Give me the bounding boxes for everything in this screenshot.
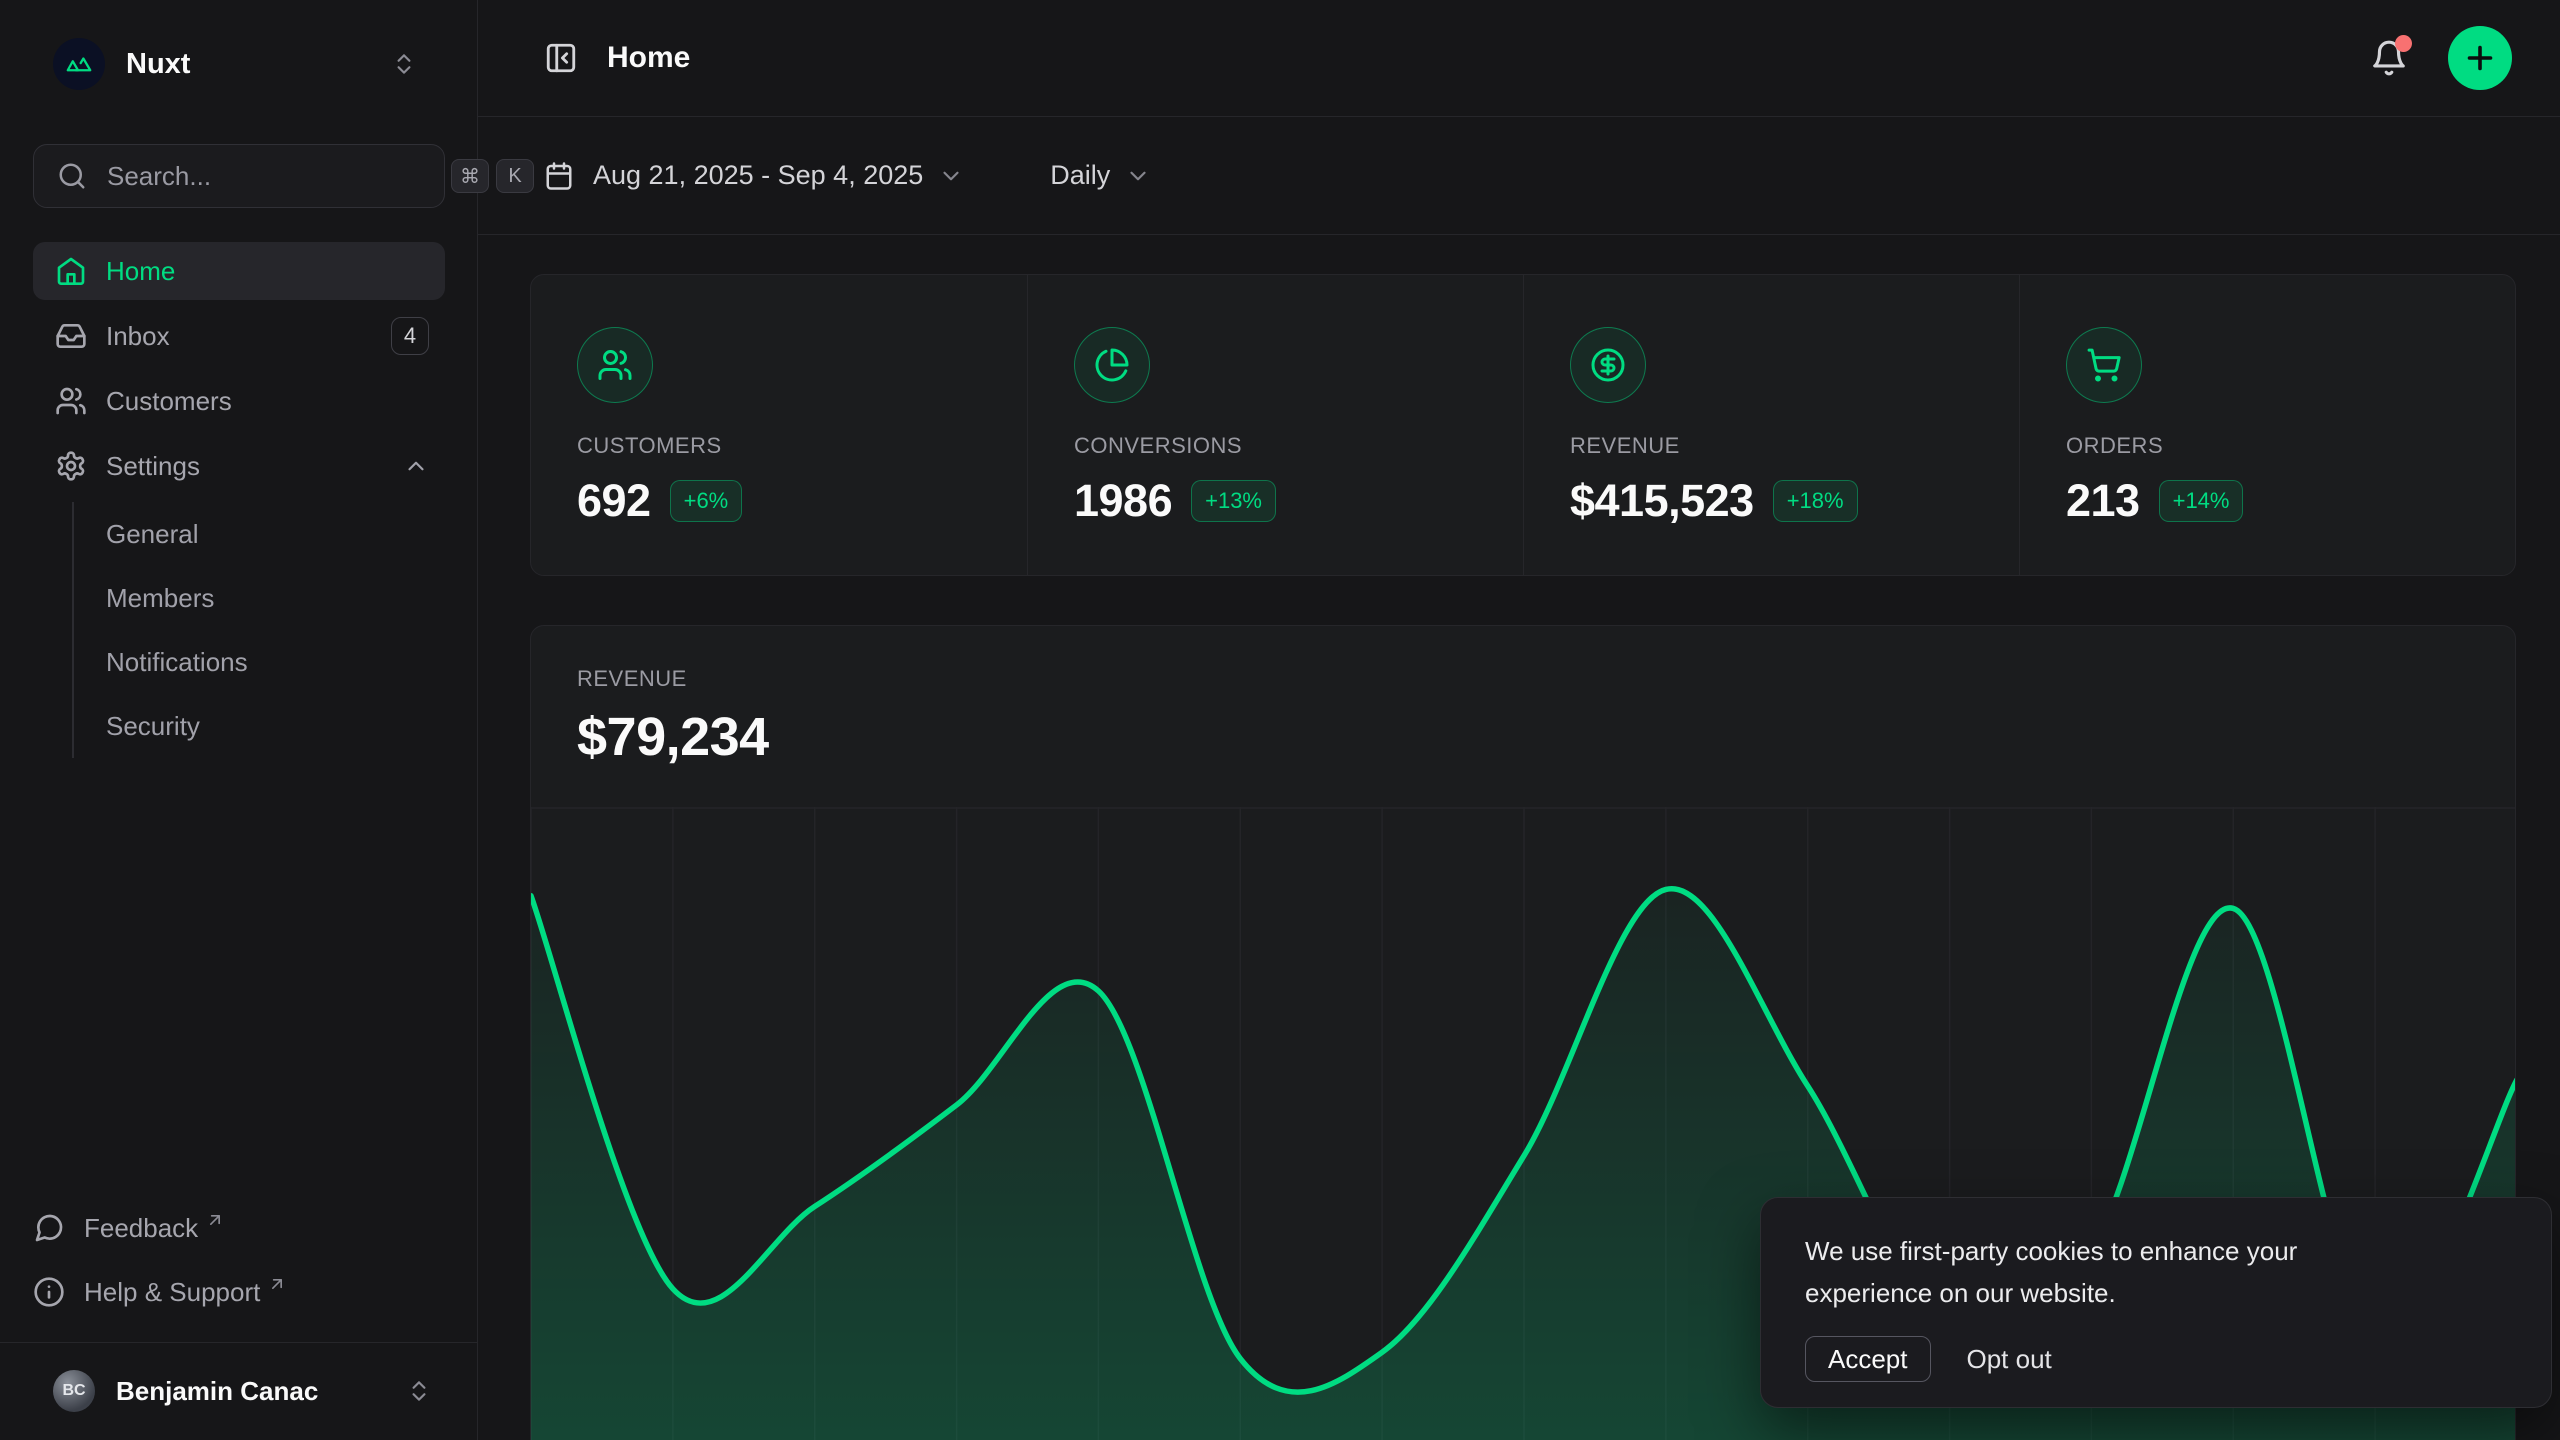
inbox-unread-badge: 4 xyxy=(391,317,429,355)
stat-delta-badge: +6% xyxy=(670,480,743,522)
revenue-panel-value: $79,234 xyxy=(577,706,2515,768)
sidebar-item-general[interactable]: General xyxy=(106,502,445,566)
cookie-banner: We use first-party cookies to enhance yo… xyxy=(1760,1197,2552,1408)
dashboard-app: Nuxt ⌘ K Home Inb xyxy=(0,0,2560,1440)
sidebar-item-label: Home xyxy=(106,256,175,287)
user-name: Benjamin Canac xyxy=(116,1376,318,1407)
filters-toolbar: Aug 21, 2025 - Sep 4, 2025 Daily xyxy=(478,117,2560,235)
chevron-up-icon xyxy=(403,453,429,479)
revenue-panel-label: REVENUE xyxy=(577,666,2515,692)
sidebar-item-label: Inbox xyxy=(106,321,170,352)
nuxt-logo-icon xyxy=(53,38,105,90)
chevron-down-icon xyxy=(1125,163,1151,189)
chevrons-up-down-icon xyxy=(406,1378,432,1404)
workspace-switcher[interactable]: Nuxt xyxy=(53,38,445,90)
sidebar-divider xyxy=(0,1342,478,1343)
accept-button[interactable]: Accept xyxy=(1805,1336,1931,1382)
users-icon xyxy=(55,385,87,417)
sidebar-item-security[interactable]: Security xyxy=(106,694,445,758)
calendar-icon xyxy=(544,161,574,191)
chevron-down-icon xyxy=(938,163,964,189)
circle-dollar-icon xyxy=(1570,327,1646,403)
info-circle-icon xyxy=(33,1276,65,1308)
sidebar-item-inbox[interactable]: Inbox 4 xyxy=(33,307,445,365)
stat-value: 213 xyxy=(2066,475,2140,527)
stat-label: REVENUE xyxy=(1570,433,2019,459)
stat-revenue: REVENUE $415,523 +18% xyxy=(1523,275,2019,575)
workspace-name: Nuxt xyxy=(126,48,190,81)
stat-orders: ORDERS 213 +14% xyxy=(2019,275,2515,575)
stats-row: CUSTOMERS 692 +6% CONVERSIONS 1986 +13% … xyxy=(530,274,2516,576)
header-actions xyxy=(2370,26,2512,90)
sidebar-footer: Feedback Help & Support xyxy=(33,1196,445,1324)
granularity-label: Daily xyxy=(1050,160,1110,191)
stat-delta-badge: +18% xyxy=(1773,480,1858,522)
stat-delta-badge: +14% xyxy=(2159,480,2244,522)
page-title: Home xyxy=(607,41,690,75)
notification-dot xyxy=(2395,35,2412,52)
shopping-cart-icon xyxy=(2066,327,2142,403)
sidebar-item-help-support[interactable]: Help & Support xyxy=(33,1260,445,1324)
sidebar-item-notifications[interactable]: Notifications xyxy=(106,630,445,694)
sidebar: Nuxt ⌘ K Home Inb xyxy=(0,0,478,1440)
message-circle-icon xyxy=(33,1212,65,1244)
cookie-message: We use first-party cookies to enhance yo… xyxy=(1805,1230,2415,1314)
inbox-icon xyxy=(55,320,87,352)
date-range-label: Aug 21, 2025 - Sep 4, 2025 xyxy=(593,160,923,191)
sidebar-item-home[interactable]: Home xyxy=(33,242,445,300)
stat-value: 692 xyxy=(577,475,651,527)
opt-out-button[interactable]: Opt out xyxy=(1967,1344,2052,1375)
search-input[interactable]: ⌘ K xyxy=(33,144,445,208)
search-icon xyxy=(57,161,87,191)
notifications-button[interactable] xyxy=(2370,39,2408,77)
arrow-up-right-icon xyxy=(205,1210,225,1230)
arrow-up-right-icon xyxy=(267,1274,287,1294)
settings-subnav: General Members Notifications Security xyxy=(72,502,445,758)
stat-label: ORDERS xyxy=(2066,433,2515,459)
stat-value: $415,523 xyxy=(1570,475,1754,527)
granularity-select[interactable]: Daily xyxy=(1050,160,1151,191)
stat-customers: CUSTOMERS 692 +6% xyxy=(531,275,1027,575)
stat-label: CUSTOMERS xyxy=(577,433,1027,459)
chevrons-up-down-icon xyxy=(391,51,417,77)
panel-left-close-icon[interactable] xyxy=(544,41,578,75)
add-button[interactable] xyxy=(2448,26,2512,90)
sidebar-item-settings[interactable]: Settings xyxy=(33,437,445,495)
stat-conversions: CONVERSIONS 1986 +13% xyxy=(1027,275,1523,575)
sidebar-item-label: Customers xyxy=(106,386,232,417)
home-icon xyxy=(55,255,87,287)
stat-delta-badge: +13% xyxy=(1191,480,1276,522)
stat-value: 1986 xyxy=(1074,475,1172,527)
gear-icon xyxy=(55,450,87,482)
avatar: BC xyxy=(53,1370,95,1412)
sidebar-nav: Home Inbox 4 Customers Settings xyxy=(33,242,445,758)
user-menu[interactable]: BC Benjamin Canac xyxy=(20,1358,458,1424)
date-range-picker[interactable]: Aug 21, 2025 - Sep 4, 2025 xyxy=(544,160,964,191)
plus-icon xyxy=(2462,40,2498,76)
stat-label: CONVERSIONS xyxy=(1074,433,1523,459)
sidebar-item-members[interactable]: Members xyxy=(106,566,445,630)
users-icon xyxy=(577,327,653,403)
sidebar-item-feedback[interactable]: Feedback xyxy=(33,1196,445,1260)
pie-chart-icon xyxy=(1074,327,1150,403)
search-field[interactable] xyxy=(105,160,444,193)
page-header: Home xyxy=(478,0,2560,117)
sidebar-item-customers[interactable]: Customers xyxy=(33,372,445,430)
sidebar-item-label: Settings xyxy=(106,451,200,482)
